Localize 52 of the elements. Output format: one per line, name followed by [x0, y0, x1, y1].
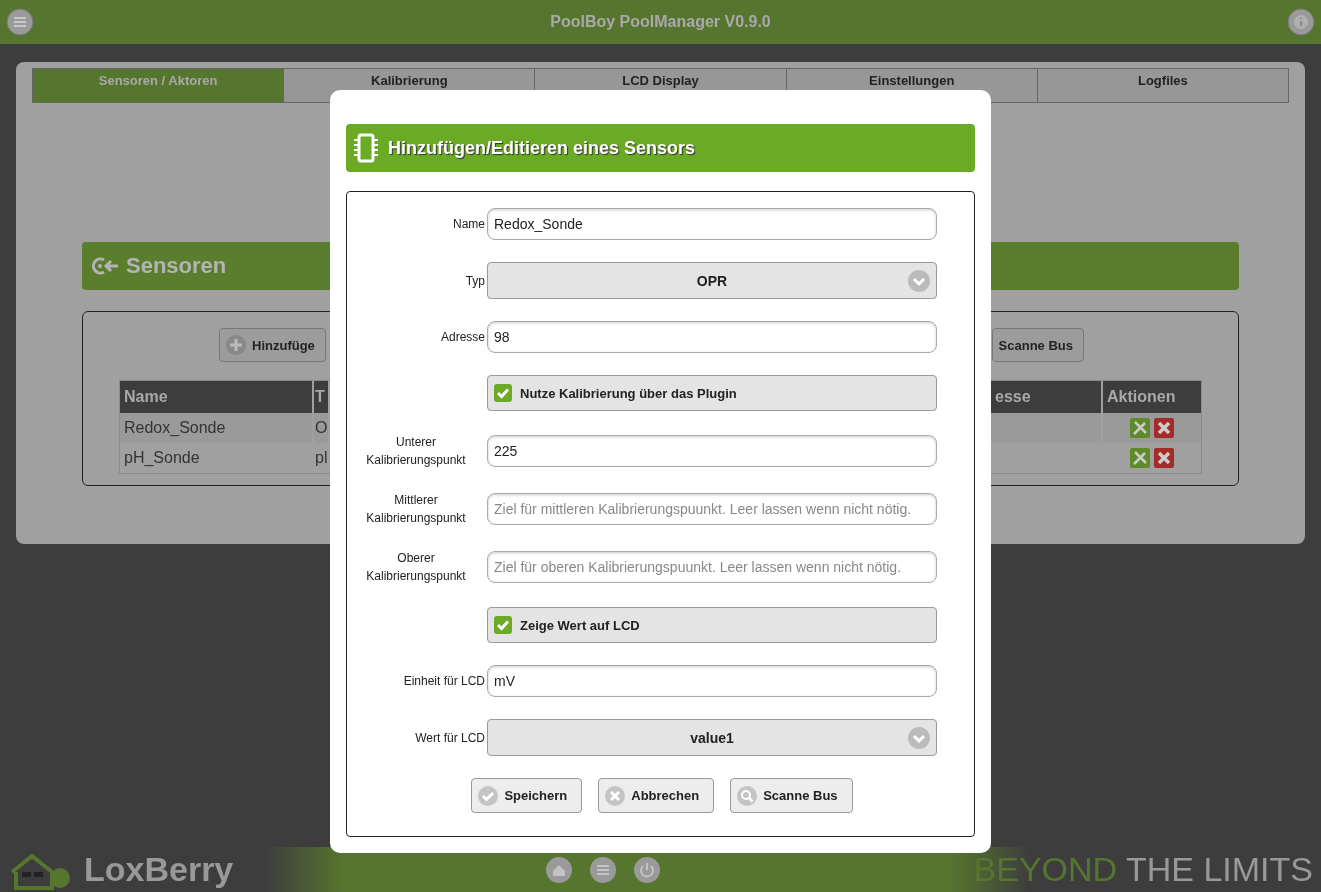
check-icon	[478, 785, 499, 806]
search-icon	[737, 785, 758, 806]
table-cell-text: pl	[314, 448, 328, 468]
text-field[interactable]: Ziel für oberen Kalibrierungspuunkt. Leer lassen wenn nicht nötig.	[487, 551, 937, 583]
text-field[interactable]: 98	[487, 321, 937, 353]
power-icon[interactable]	[633, 855, 662, 884]
menu-icon[interactable]	[589, 855, 618, 884]
add-button[interactable]: Hinzufüge	[219, 328, 326, 362]
dropdown[interactable]: value1	[487, 719, 937, 756]
checkbox-field[interactable]: Zeige Wert auf LCD	[487, 607, 937, 643]
dialog-title: Hinzufügen/Editieren eines Sensors	[388, 137, 696, 159]
column-header: T	[314, 381, 328, 413]
home-icon[interactable]	[545, 855, 574, 884]
field-label: Unterer Kalibrierungspunkt	[365, 434, 467, 469]
sensor-arrow-icon	[90, 255, 120, 277]
delete-icon[interactable]	[1154, 448, 1174, 468]
text-field[interactable]: mV	[487, 665, 937, 697]
table-cell: Redox_Sonde	[120, 413, 312, 443]
table-cell: O	[314, 413, 328, 443]
plus-icon	[226, 335, 246, 355]
field-label: Mittlerer Kalibrierungspunkt	[365, 492, 467, 527]
table-cell-text: pH_Sonde	[123, 448, 201, 468]
field-label: Einheit für LCD	[402, 673, 485, 690]
column-header: Name	[120, 381, 312, 413]
text-field[interactable]: Redox_Sonde	[487, 208, 937, 240]
scan-button[interactable]: Scanne Bus	[730, 778, 853, 813]
field-label: Adresse	[439, 329, 485, 346]
chip-icon	[352, 133, 380, 163]
text-field[interactable]: 225	[487, 435, 937, 467]
chevron-down-icon	[908, 270, 930, 292]
brand-name: LoxBerry	[84, 850, 234, 889]
close-icon	[605, 785, 626, 806]
column-header: esse	[991, 381, 1101, 413]
info-icon[interactable]	[1287, 8, 1315, 36]
delete-icon[interactable]	[1154, 418, 1174, 438]
dropdown[interactable]: OPR	[487, 262, 937, 299]
field-label: Name	[452, 216, 485, 233]
scan-button[interactable]: Scanne Bus	[991, 328, 1084, 362]
column-header: Aktionen	[1103, 381, 1201, 413]
checkbox-field[interactable]: Nutze Kalibrierung über das Plugin	[487, 375, 937, 411]
cancel-button[interactable]: Abbrechen	[598, 778, 715, 813]
save-button[interactable]: Speichern	[471, 778, 583, 813]
tab[interactable]: Logfiles	[1036, 69, 1288, 102]
field-label: Typ	[464, 272, 485, 290]
slogan: BEYOND THE LIMITS	[973, 850, 1313, 889]
section-title: Sensoren	[126, 253, 227, 279]
menu-icon[interactable]	[6, 8, 34, 36]
field-label: Oberer Kalibrierungspunkt	[365, 550, 467, 585]
text-field[interactable]: Ziel für mittleren Kalibrierungspuunkt. Leer lassen wenn nicht nötig.	[487, 493, 937, 525]
app-title: PoolBoy PoolManager V0.9.0	[550, 13, 771, 31]
chevron-down-icon	[908, 727, 930, 749]
field-label: Wert für LCD	[414, 729, 485, 747]
